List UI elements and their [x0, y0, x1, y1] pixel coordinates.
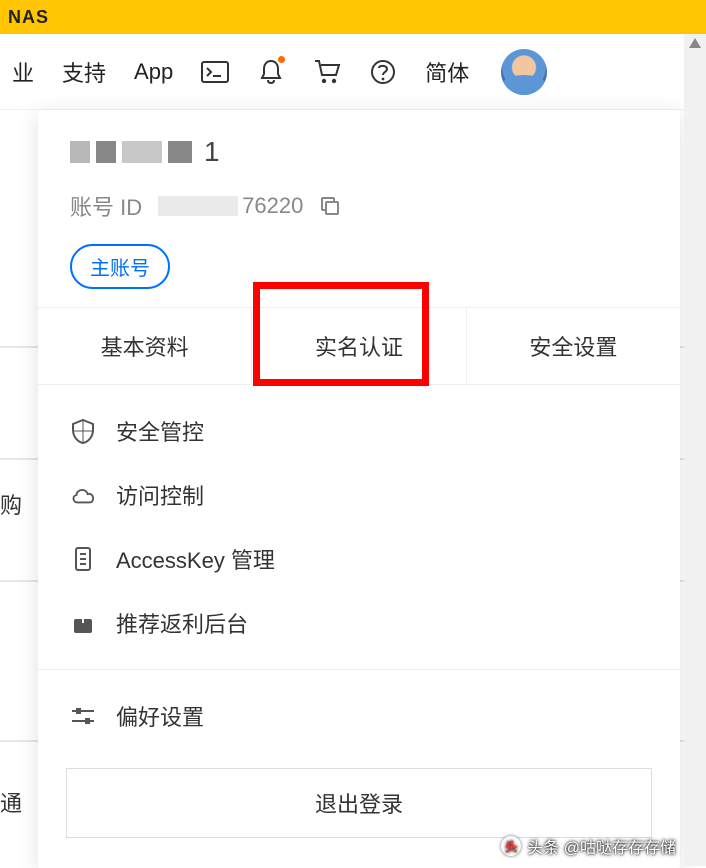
- bg-text-fragment: 通: [0, 786, 22, 818]
- menu-label: AccessKey 管理: [116, 543, 275, 575]
- menu-security-control[interactable]: 安全管控: [38, 399, 680, 463]
- shield-icon: [70, 418, 96, 444]
- blur-mask: [70, 141, 90, 163]
- language-selector[interactable]: 简体: [425, 56, 469, 88]
- tab-realname-auth[interactable]: 实名认证: [252, 308, 466, 384]
- menu-accesskey[interactable]: AccessKey 管理: [38, 527, 680, 591]
- nav-item-business[interactable]: 业: [12, 56, 34, 88]
- watermark: 头 头条 @咕哒存存存储: [501, 834, 676, 858]
- sliders-icon: [70, 703, 96, 729]
- tab-basic-info[interactable]: 基本资料: [38, 308, 252, 384]
- cart-icon[interactable]: [313, 58, 341, 86]
- blur-mask: [122, 141, 162, 163]
- nav-item-support[interactable]: 支持: [62, 56, 106, 88]
- bell-icon[interactable]: [257, 58, 285, 86]
- cloud-icon: [70, 482, 96, 508]
- username-row: 1: [70, 136, 648, 168]
- terminal-icon[interactable]: [201, 58, 229, 86]
- menu-referral[interactable]: 推荐返利后台: [38, 591, 680, 655]
- menu-label: 偏好设置: [116, 700, 204, 732]
- account-id-label: 账号 ID: [70, 190, 142, 222]
- header-navigation: 业 支持 App 简体: [0, 34, 706, 110]
- bg-text-fragment: 购: [0, 488, 22, 520]
- menu-label: 推荐返利后台: [116, 607, 248, 639]
- user-dropdown-panel: 1 账号 ID 76220 主账号 基本资料 实名认证 安全设置 安全管控: [38, 110, 680, 868]
- account-type-badge: 主账号: [70, 244, 170, 289]
- menu-access-control[interactable]: 访问控制: [38, 463, 680, 527]
- blur-mask: [96, 141, 116, 163]
- username-suffix: 1: [204, 136, 220, 168]
- account-id-row: 账号 ID 76220: [70, 190, 648, 222]
- notification-dot: [278, 56, 285, 63]
- watermark-icon: 头: [501, 836, 521, 856]
- help-icon[interactable]: [369, 58, 397, 86]
- scrollbar-vertical[interactable]: [684, 34, 706, 866]
- account-id-value: 76220: [158, 193, 303, 219]
- blur-mask: [168, 141, 192, 163]
- logout-button[interactable]: 退出登录: [66, 768, 652, 838]
- blur-mask: [158, 196, 238, 216]
- menu-label: 访问控制: [116, 479, 204, 511]
- tab-security-settings[interactable]: 安全设置: [467, 308, 680, 384]
- copy-icon[interactable]: [319, 195, 341, 217]
- menu-divider: [38, 669, 680, 670]
- nav-item-app[interactable]: App: [134, 59, 173, 85]
- brand-title: NAS: [8, 7, 49, 28]
- upload-icon: [70, 610, 96, 636]
- dropdown-header: 1 账号 ID 76220 主账号: [38, 110, 680, 307]
- menu-label: 安全管控: [116, 415, 204, 447]
- user-avatar[interactable]: [501, 49, 547, 95]
- top-brand-bar: NAS: [0, 0, 706, 34]
- dropdown-tabs: 基本资料 实名认证 安全设置: [38, 307, 680, 385]
- menu-preferences[interactable]: 偏好设置: [38, 684, 680, 748]
- watermark-text: 头条 @咕哒存存存储: [527, 834, 676, 858]
- dropdown-menu: 安全管控 访问控制 AccessKey 管理 推荐返利后台 偏好设置: [38, 385, 680, 748]
- account-id-suffix: 76220: [242, 193, 303, 219]
- key-icon: [70, 546, 96, 572]
